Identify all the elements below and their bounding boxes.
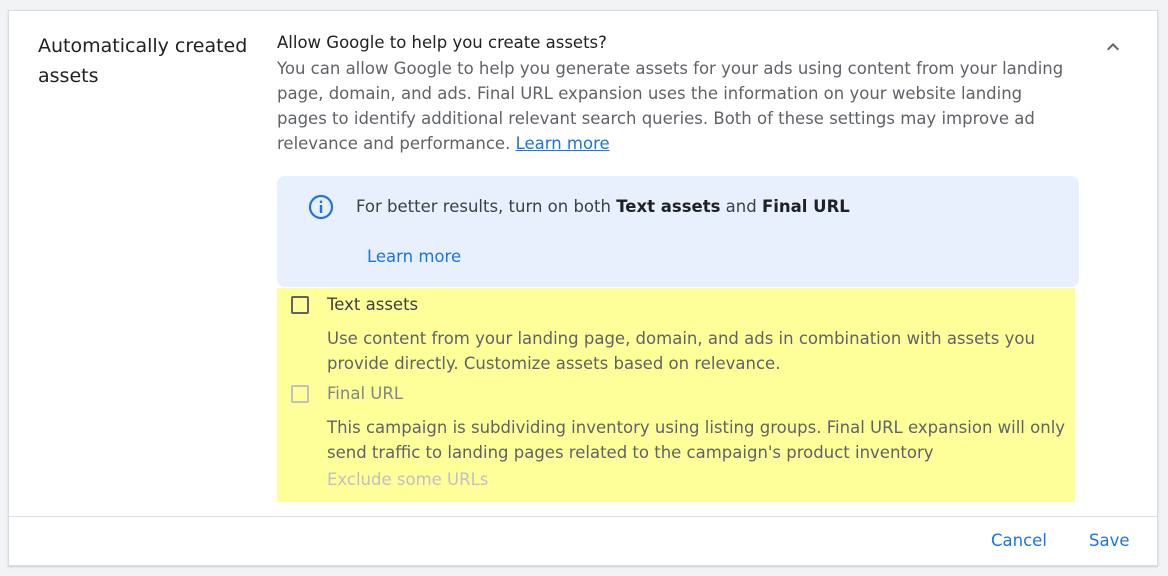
text-assets-label: Text assets [327, 295, 419, 314]
chevron-up-icon [1107, 43, 1119, 51]
settings-card: Automatically created assets Allow Googl… [8, 10, 1158, 566]
description-body: You can allow Google to help you generat… [277, 59, 1064, 153]
final-url-checkbox[interactable] [291, 385, 309, 403]
text-assets-checkbox[interactable] [291, 296, 309, 314]
final-url-description: This campaign is subdividing inventory u… [327, 418, 1066, 462]
exclude-urls-link[interactable]: Exclude some URLs [327, 468, 488, 492]
learn-more-link[interactable]: Learn more [516, 134, 610, 153]
save-button[interactable]: Save [1089, 529, 1130, 553]
question-heading: Allow Google to help you create assets? [277, 33, 607, 52]
info-text-prefix: For better results, turn on both [356, 197, 617, 216]
info-final-url: Final URL [761, 197, 850, 216]
info-text-middle: and [720, 197, 762, 216]
options-panel: Text assets Use content from your landin… [277, 288, 1075, 502]
info-banner: For better results, turn on both Text as… [277, 176, 1079, 287]
description-text: You can allow Google to help you generat… [277, 56, 1077, 156]
info-text: For better results, turn on both Text as… [356, 195, 850, 219]
info-text-assets: Text assets [616, 197, 721, 216]
text-assets-description: Use content from your landing page, doma… [327, 329, 1035, 373]
section-title: Automatically created assets [38, 35, 248, 87]
footer-divider [9, 516, 1157, 517]
collapse-button[interactable] [1097, 31, 1129, 63]
info-icon [308, 194, 334, 220]
final-url-label: Final URL [327, 384, 404, 403]
content-area: Allow Google to help you create assets? … [277, 31, 1077, 156]
cancel-button[interactable]: Cancel [991, 529, 1047, 553]
info-learn-more-link[interactable]: Learn more [367, 245, 461, 269]
